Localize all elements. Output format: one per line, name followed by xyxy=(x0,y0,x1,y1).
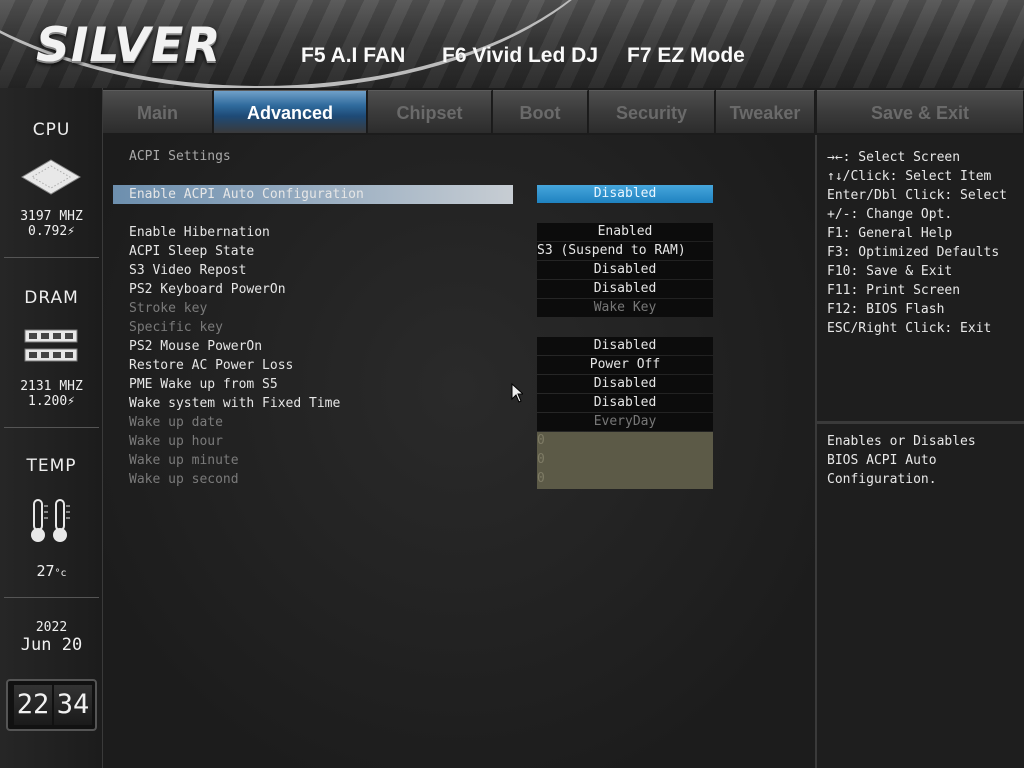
tab-advanced[interactable]: Advanced xyxy=(214,90,367,133)
setting-hibernation[interactable]: Enable Hibernation Enabled xyxy=(113,223,813,242)
setting-value-input: 0 xyxy=(537,451,713,470)
page-title: ACPI Settings xyxy=(129,149,231,164)
setting-label: S3 Video Repost xyxy=(129,263,247,278)
setting-label: Wake up hour xyxy=(129,434,223,449)
cpu-title: CPU xyxy=(32,120,71,140)
thermometer-icon xyxy=(31,499,70,542)
help-description-line: Configuration. xyxy=(827,472,937,487)
setting-wake-up-hour: Wake up hour 0 xyxy=(113,432,813,451)
header-bar: SILVER F5 A.I FAN F6 Vivid Led DJ F7 EZ … xyxy=(0,0,1024,88)
tab-security[interactable]: Security xyxy=(589,90,715,133)
help-panel: →←: Select Screen ↑↓/Click: Select Item … xyxy=(815,135,1024,768)
hotkey-ai-fan[interactable]: F5 A.I FAN xyxy=(301,42,405,70)
help-description-line: BIOS ACPI Auto xyxy=(827,453,937,468)
setting-specific-key: Specific key xyxy=(113,318,813,337)
setting-wake-fixed-time[interactable]: Wake system with Fixed Time Disabled xyxy=(113,394,813,413)
setting-value-dropdown[interactable]: Disabled xyxy=(537,375,713,393)
setting-label: ACPI Sleep State xyxy=(129,244,255,259)
setting-value-dropdown: EveryDay xyxy=(537,413,713,431)
setting-label: Wake up second xyxy=(129,472,239,487)
date-day: 20 xyxy=(61,635,83,655)
setting-label: Restore AC Power Loss xyxy=(129,358,294,373)
setting-ps2-keyboard-poweron[interactable]: PS2 Keyboard PowerOn Disabled xyxy=(113,280,813,299)
cpu-frequency: 3197 MHZ xyxy=(20,209,83,224)
date-month: Jun xyxy=(20,635,52,655)
setting-value-dropdown[interactable]: Disabled xyxy=(537,185,713,203)
setting-value-dropdown[interactable]: S3 (Suspend to RAM) xyxy=(537,242,713,260)
setting-label: PS2 Keyboard PowerOn xyxy=(129,282,286,297)
setting-value-dropdown[interactable]: Disabled xyxy=(537,394,713,412)
cpu-temperature: 27 xyxy=(36,562,55,580)
key-hint: ESC/Right Click: Exit xyxy=(827,321,992,336)
setting-ps2-mouse-poweron[interactable]: PS2 Mouse PowerOn Disabled xyxy=(113,337,813,356)
silver-logo: SILVER xyxy=(36,18,222,73)
key-hint: F11: Print Screen xyxy=(827,283,961,298)
help-divider xyxy=(817,421,1024,424)
setting-value-dropdown[interactable]: Disabled xyxy=(537,261,713,279)
menu-tabs: Main Advanced Chipset Boot Security Twea… xyxy=(103,88,1024,133)
voltage-bolt-icon: ⚡ xyxy=(67,224,75,239)
tab-boot[interactable]: Boot xyxy=(493,90,588,133)
setting-wake-up-second: Wake up second 0 xyxy=(113,470,813,489)
dram-frequency: 2131 MHZ xyxy=(20,379,83,394)
setting-label: Stroke key xyxy=(129,301,208,316)
key-hint: +/-: Change Opt. xyxy=(827,207,953,222)
tab-save-exit[interactable]: Save & Exit xyxy=(817,90,1024,133)
dram-voltage: 1.200 xyxy=(28,394,68,409)
setting-value-dropdown[interactable]: Disabled xyxy=(537,280,713,298)
help-description-line: Enables or Disables xyxy=(827,434,976,449)
setting-label: PME Wake up from S5 xyxy=(129,377,278,392)
setting-stroke-key: Stroke key Wake Key xyxy=(113,299,813,318)
setting-restore-ac-power-loss[interactable]: Restore AC Power Loss Power Off xyxy=(113,356,813,375)
temp-title: TEMP xyxy=(26,456,77,476)
setting-value-input: 0 xyxy=(537,432,713,451)
setting-s3-video-repost[interactable]: S3 Video Repost Disabled xyxy=(113,261,813,280)
setting-wake-up-minute: Wake up minute 0 xyxy=(113,451,813,470)
setting-value-dropdown[interactable]: Enabled xyxy=(537,223,713,241)
system-status-sidebar: CPU 3197 MHZ 0.792⚡ DRAM 2131 MHZ 1.200⚡… xyxy=(0,88,103,768)
settings-panel: ACPI Settings Enable ACPI Auto Configura… xyxy=(103,135,815,768)
tab-tweaker[interactable]: Tweaker xyxy=(716,90,815,133)
setting-label: Enable Hibernation xyxy=(129,225,270,240)
hotkey-ez-mode[interactable]: F7 EZ Mode xyxy=(627,42,745,70)
key-hint: →←: Select Screen xyxy=(827,150,961,165)
key-hint: ↑↓/Click: Select Item xyxy=(827,169,992,184)
date-year: 2022 xyxy=(35,620,68,635)
setting-label: Enable ACPI Auto Configuration xyxy=(129,187,364,202)
setting-label: Wake up date xyxy=(129,415,223,430)
setting-value-dropdown[interactable]: Disabled xyxy=(537,337,713,355)
key-hint: F12: BIOS Flash xyxy=(827,302,945,317)
setting-label: Wake up minute xyxy=(129,453,239,468)
cpu-chip-icon xyxy=(21,159,81,195)
setting-acpi-sleep-state[interactable]: ACPI Sleep State S3 (Suspend to RAM) xyxy=(113,242,813,261)
voltage-bolt-icon: ⚡ xyxy=(67,394,75,409)
dram-title: DRAM xyxy=(24,288,79,308)
setting-label: Specific key xyxy=(129,320,223,335)
clock-hour: 22 xyxy=(14,685,52,725)
cpu-voltage: 0.792 xyxy=(28,224,68,239)
degree-celsius-icon: °c xyxy=(54,568,67,579)
setting-label: Wake system with Fixed Time xyxy=(129,396,341,411)
setting-pme-wake-s5[interactable]: PME Wake up from S5 Disabled xyxy=(113,375,813,394)
setting-value-input: 0 xyxy=(537,470,713,489)
setting-value-dropdown[interactable]: Power Off xyxy=(537,356,713,374)
mouse-pointer-icon xyxy=(511,383,523,403)
key-hint: Enter/Dbl Click: Select xyxy=(827,188,1008,203)
dram-module-icon xyxy=(24,329,78,362)
help-description: Enables or Disables BIOS ACPI Auto Confi… xyxy=(827,432,1022,489)
setting-wake-up-date: Wake up date EveryDay xyxy=(113,413,813,432)
tab-chipset[interactable]: Chipset xyxy=(368,90,492,133)
clock-minute: 34 xyxy=(54,685,92,725)
key-hint: F10: Save & Exit xyxy=(827,264,953,279)
setting-value-dropdown: Wake Key xyxy=(537,299,713,317)
tab-main[interactable]: Main xyxy=(103,90,213,133)
clock-display: 22 34 xyxy=(6,679,97,731)
key-legend: →←: Select Screen ↑↓/Click: Select Item … xyxy=(827,148,1007,338)
key-hint: F3: Optimized Defaults xyxy=(827,245,1000,260)
hotkey-vivid-led-dj[interactable]: F6 Vivid Led DJ xyxy=(442,42,598,70)
setting-label: PS2 Mouse PowerOn xyxy=(129,339,263,354)
setting-acpi-auto-config[interactable]: Enable ACPI Auto Configuration Disabled xyxy=(113,185,813,204)
key-hint: F1: General Help xyxy=(827,226,953,241)
